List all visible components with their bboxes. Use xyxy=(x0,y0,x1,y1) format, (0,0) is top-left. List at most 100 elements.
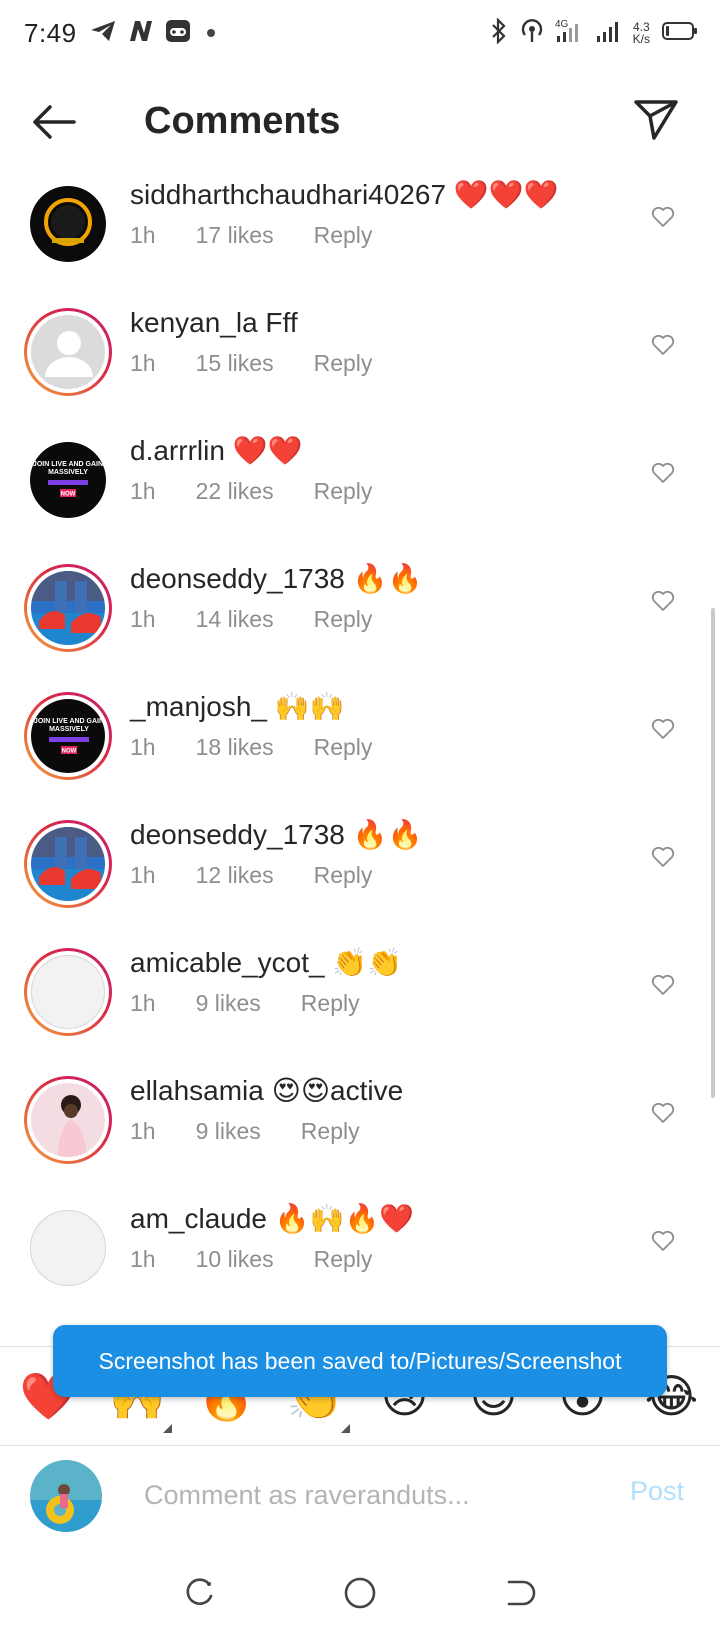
avatar[interactable] xyxy=(24,820,112,908)
comment-text: kenyan_la Fff xyxy=(130,306,298,340)
promo-line-2: MASSIVELY xyxy=(49,726,89,733)
comment-likes[interactable]: 10 likes xyxy=(196,1246,274,1273)
home-button[interactable] xyxy=(335,1568,385,1618)
avatar[interactable] xyxy=(24,564,112,652)
comment-username[interactable]: deonseddy_1738 xyxy=(130,819,345,850)
like-button[interactable] xyxy=(648,1226,678,1256)
telegram-icon xyxy=(89,19,117,48)
post-button[interactable]: Post xyxy=(630,1476,684,1507)
comment-username[interactable]: siddharthchaudhari40267 xyxy=(130,179,446,210)
avatar[interactable]: JOIN LIVE AND GAIN MASSIVELY NOW xyxy=(24,436,112,524)
promo-line-1: JOIN LIVE AND GAIN xyxy=(34,718,104,725)
comment-row: deonseddy_1738 🔥🔥 1h 12 likes Reply xyxy=(0,812,720,940)
bluetooth-icon xyxy=(489,16,509,49)
scrollbar[interactable] xyxy=(711,608,715,1098)
comment-likes[interactable]: 15 likes xyxy=(196,350,274,377)
reply-button[interactable]: Reply xyxy=(314,1246,373,1273)
comment-body: ❤️❤️ xyxy=(224,435,303,466)
back-nav-button[interactable] xyxy=(495,1568,545,1618)
comment-likes[interactable]: 9 likes xyxy=(196,990,261,1017)
comment-username[interactable]: d.arrrlin xyxy=(130,435,225,466)
reply-button[interactable]: Reply xyxy=(314,222,373,249)
comment-row: JOIN LIVE AND GAIN MASSIVELY NOW _manjos… xyxy=(0,684,720,812)
like-button[interactable] xyxy=(648,842,678,872)
notification-dot-icon xyxy=(206,29,215,37)
comment-username[interactable]: _manjosh_ xyxy=(130,691,267,722)
like-button[interactable] xyxy=(648,330,678,360)
comment-likes[interactable]: 9 likes xyxy=(196,1118,261,1145)
comment-text: ellahsamia 😍😍active xyxy=(130,1074,403,1108)
comment-likes[interactable]: 17 likes xyxy=(196,222,274,249)
comment-likes[interactable]: 22 likes xyxy=(196,478,274,505)
like-button[interactable] xyxy=(648,202,678,232)
comment-likes[interactable]: 12 likes xyxy=(196,862,274,889)
comment-username[interactable]: amicable_ycot_ xyxy=(130,947,325,978)
comment-meta: 1h 12 likes Reply xyxy=(130,862,412,889)
share-button[interactable] xyxy=(630,94,682,146)
comment-time: 1h xyxy=(130,734,156,760)
comment-meta: 1h 15 likes Reply xyxy=(130,350,412,377)
like-button[interactable] xyxy=(648,458,678,488)
avatar[interactable] xyxy=(24,948,112,1036)
avatar[interactable] xyxy=(24,1076,112,1164)
comment-body: 🔥🔥 xyxy=(344,819,423,850)
system-nav-bar xyxy=(0,1546,720,1640)
comment-username[interactable]: am_claude xyxy=(130,1203,267,1234)
recents-icon xyxy=(186,1578,213,1605)
heart-outline-icon xyxy=(651,974,675,995)
heart-outline-icon xyxy=(651,718,675,739)
reply-button[interactable]: Reply xyxy=(301,990,360,1017)
comment-text: amicable_ycot_ 👏👏 xyxy=(130,946,402,980)
like-button[interactable] xyxy=(648,970,678,1000)
comment-text: deonseddy_1738 🔥🔥 xyxy=(130,562,422,596)
signal-4g-icon: 4G xyxy=(555,18,585,49)
reply-button[interactable]: Reply xyxy=(314,606,373,633)
screenshot-toast: Screenshot has been saved to/Pictures/Sc… xyxy=(53,1325,667,1397)
comment-row: amicable_ycot_ 👏👏 1h 9 likes Reply xyxy=(0,940,720,1068)
heart-outline-icon xyxy=(651,462,675,483)
comment-time: 1h xyxy=(130,1118,156,1144)
comments-list[interactable]: siddharthchaudhari40267 ❤️❤️❤️ 1h 17 lik… xyxy=(0,172,720,1347)
reply-button[interactable]: Reply xyxy=(314,734,373,761)
avatar[interactable] xyxy=(24,1204,112,1292)
comment-row: JOIN LIVE AND GAIN MASSIVELY NOW d.arrrl… xyxy=(0,428,720,556)
comment-username[interactable]: deonseddy_1738 xyxy=(130,563,345,594)
comment-likes[interactable]: 18 likes xyxy=(196,734,274,761)
recents-button[interactable] xyxy=(175,1568,225,1618)
comment-meta: 1h 22 likes Reply xyxy=(130,478,412,505)
comment-likes[interactable]: 14 likes xyxy=(196,606,274,633)
comment-text: _manjosh_ 🙌🙌 xyxy=(130,690,345,724)
comment-body: 😍😍active xyxy=(263,1075,404,1106)
comment-meta: 1h 17 likes Reply xyxy=(130,222,412,249)
comment-row: ellahsamia 😍😍active 1h 9 likes Reply xyxy=(0,1068,720,1196)
reply-button[interactable]: Reply xyxy=(314,350,373,377)
home-circle-icon xyxy=(344,1577,376,1609)
avatar[interactable] xyxy=(24,180,112,268)
hotspot-icon xyxy=(519,18,545,49)
comment-time: 1h xyxy=(130,990,156,1016)
reply-button[interactable]: Reply xyxy=(314,862,373,889)
back-arrow-icon xyxy=(33,105,76,139)
app-n-icon xyxy=(127,19,155,48)
heart-outline-icon xyxy=(651,846,675,867)
comment-username[interactable]: ellahsamia xyxy=(130,1075,264,1106)
like-button[interactable] xyxy=(648,714,678,744)
like-button[interactable] xyxy=(648,1098,678,1128)
back-button[interactable] xyxy=(28,98,80,146)
reply-button[interactable]: Reply xyxy=(314,478,373,505)
comment-row: siddharthchaudhari40267 ❤️❤️❤️ 1h 17 lik… xyxy=(0,172,720,300)
comment-text: siddharthchaudhari40267 ❤️❤️❤️ xyxy=(130,178,558,212)
network-speed: 4.3 K/s xyxy=(633,21,650,45)
avatar[interactable]: JOIN LIVE AND GAIN MASSIVELY NOW xyxy=(24,692,112,780)
battery-icon xyxy=(660,20,698,47)
promo-badge: NOW xyxy=(61,492,76,498)
status-time: 7:49 xyxy=(24,17,77,48)
skin-tone-indicator-icon xyxy=(162,1424,172,1433)
avatar[interactable] xyxy=(24,308,112,396)
comment-username[interactable]: kenyan_la xyxy=(130,307,258,338)
heart-outline-icon xyxy=(651,1102,675,1123)
like-button[interactable] xyxy=(648,586,678,616)
comment-input[interactable] xyxy=(144,1472,584,1518)
reply-button[interactable]: Reply xyxy=(301,1118,360,1145)
comment-time: 1h xyxy=(130,350,156,376)
